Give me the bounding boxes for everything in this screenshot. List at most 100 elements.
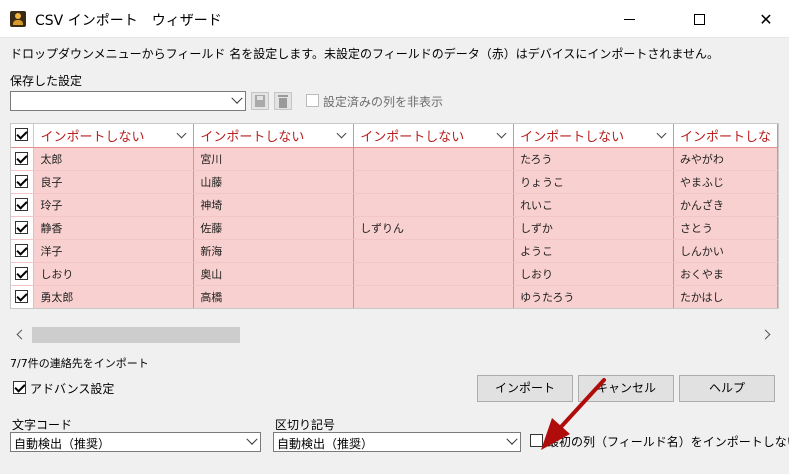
table-cell: たろう [513, 147, 674, 171]
table-cell: 神埼 [193, 193, 355, 217]
minimize-icon [623, 18, 635, 20]
table-cell: 佐藤 [193, 216, 355, 240]
table-cell: 宮川 [193, 147, 355, 171]
chevron-down-icon [656, 128, 667, 139]
char-code-label: 文字コード [12, 418, 73, 432]
table-cell: みやがわ [673, 147, 778, 171]
import-preview-grid: インポートしない インポートしない インポートしない インポートしない インポー… [10, 123, 779, 309]
chevron-down-icon [246, 433, 258, 445]
table-cell [353, 239, 515, 263]
advanced-settings-checkbox[interactable] [13, 381, 26, 394]
table-cell: 新海 [193, 239, 355, 263]
help-button[interactable]: ヘルプ [679, 375, 775, 402]
table-cell [353, 193, 515, 217]
row-checkbox[interactable] [15, 151, 28, 165]
row-checkbox[interactable] [15, 220, 28, 234]
table-cell [353, 262, 515, 286]
skip-first-row-checkbox[interactable] [530, 434, 543, 447]
preview-table: インポートしない インポートしない インポートしない インポートしない インポー… [11, 124, 778, 308]
horizontal-scrollbar[interactable] [10, 325, 779, 345]
field-dropdown-3[interactable]: インポートしない [353, 124, 515, 148]
char-code-dropdown[interactable]: 自動検出（推奨） [10, 432, 261, 452]
table-row: 良子 山藤 りょうこ やまふじ [11, 170, 778, 194]
row-select-cell [11, 193, 35, 217]
table-row: しおり 奥山 しおり おくやま [11, 262, 778, 286]
maximize-icon [693, 13, 705, 25]
chevron-down-icon [176, 128, 187, 139]
scroll-right-icon[interactable] [760, 329, 771, 340]
instruction-text: ドロップダウンメニューからフィールド 名を設定します。未設定のフィールドのデータ… [10, 47, 720, 61]
row-checkbox[interactable] [15, 266, 28, 280]
chevron-down-icon [506, 433, 518, 445]
table-cell [353, 147, 515, 171]
select-all-cell [11, 124, 35, 148]
row-select-cell [11, 216, 35, 240]
table-cell: 洋子 [33, 239, 195, 263]
table-row: 勇太郎 高橋 ゆうたろう たかはし [11, 285, 778, 308]
table-cell: やまふじ [673, 170, 778, 194]
char-code-value: 自動検出（推奨） [14, 437, 111, 451]
row-checkbox[interactable] [15, 174, 28, 188]
minimize-button[interactable] [606, 0, 652, 38]
table-cell: さとう [673, 216, 778, 240]
table-cell: りょうこ [513, 170, 674, 194]
table-cell: しずりん [353, 216, 515, 240]
table-row: 玲子 神埼 れいこ かんざき [11, 193, 778, 217]
close-icon: ✕ [759, 9, 773, 29]
delimiter-label: 区切り記号 [275, 418, 336, 432]
table-cell: ゆうたろう [513, 285, 674, 308]
row-checkbox[interactable] [15, 289, 28, 303]
delimiter-value: 自動検出（推奨） [277, 437, 374, 451]
window-title: CSV インポート ウィザード [35, 13, 222, 29]
table-row: 太郎 宮川 たろう みやがわ [11, 147, 778, 171]
chevron-down-icon [231, 92, 243, 104]
delete-settings-icon[interactable] [274, 92, 292, 110]
table-cell: れいこ [513, 193, 674, 217]
field-dropdown-1[interactable]: インポートしない [33, 124, 195, 148]
scroll-left-icon[interactable] [16, 329, 27, 340]
import-count-status: 7/7件の連絡先をインポート [10, 357, 149, 370]
cancel-button[interactable]: キャンセル [578, 375, 674, 402]
scrollbar-thumb[interactable] [32, 327, 240, 343]
table-cell: しおり [513, 262, 674, 286]
row-select-cell [11, 239, 35, 263]
delimiter-dropdown[interactable]: 自動検出（推奨） [273, 432, 521, 452]
table-cell [353, 285, 515, 308]
field-dropdown-4[interactable]: インポートしない [513, 124, 674, 148]
table-cell: 奥山 [193, 262, 355, 286]
table-cell: 高橋 [193, 285, 355, 308]
title-bar: CSV インポート ウィザード ✕ [0, 0, 789, 38]
table-cell: たかはし [673, 285, 778, 308]
table-cell: おくやま [673, 262, 778, 286]
field-label: インポートしない [200, 129, 305, 145]
hide-mapped-checkbox[interactable] [306, 94, 319, 107]
field-label: インポートしな [679, 129, 771, 145]
table-cell: 勇太郎 [33, 285, 195, 308]
row-select-cell [11, 285, 35, 308]
saved-settings-dropdown[interactable] [10, 91, 246, 111]
row-select-cell [11, 170, 35, 194]
row-select-cell [11, 147, 35, 171]
table-cell: 太郎 [33, 147, 195, 171]
field-dropdown-2[interactable]: インポートしない [193, 124, 355, 148]
app-icon [10, 11, 26, 27]
table-row: 静香 佐藤 しずりん しずか さとう [11, 216, 778, 240]
hide-mapped-label: 設定済みの列を非表示 [323, 95, 444, 109]
import-button[interactable]: インポート [477, 375, 573, 402]
field-dropdown-5[interactable]: インポートしな [673, 124, 778, 148]
row-checkbox[interactable] [15, 197, 28, 211]
row-checkbox[interactable] [15, 243, 28, 257]
table-cell: しずか [513, 216, 674, 240]
select-all-checkbox[interactable] [15, 128, 28, 142]
maximize-button[interactable] [676, 0, 722, 38]
table-cell [353, 170, 515, 194]
skip-first-row-label: 最初の列（フィールド名）をインポートしない [547, 435, 789, 449]
close-button[interactable]: ✕ [743, 0, 789, 38]
save-settings-icon[interactable] [251, 92, 269, 110]
table-cell: ようこ [513, 239, 674, 263]
table-cell: 静香 [33, 216, 195, 240]
table-row: 洋子 新海 ようこ しんかい [11, 239, 778, 263]
field-label: インポートしない [360, 129, 465, 145]
table-cell: 良子 [33, 170, 195, 194]
table-cell: 玲子 [33, 193, 195, 217]
